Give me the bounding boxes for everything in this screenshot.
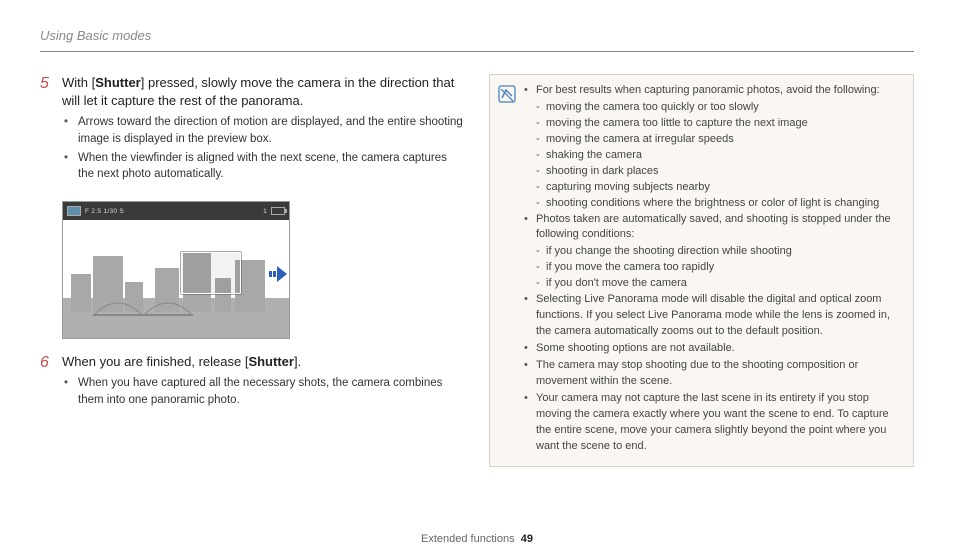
content-columns: 5 With [Shutter] pressed, slowly move th…: [40, 74, 914, 467]
step-sub-item: When the viewfinder is aligned with the …: [62, 150, 465, 183]
note-sub-bullet: moving the camera too quickly or too slo…: [524, 100, 901, 116]
step-text: When you are finished, release [Shutter]…: [62, 353, 465, 371]
step-number: 5: [40, 74, 62, 193]
page-footer: Extended functions 49: [0, 533, 954, 545]
page-number: 49: [521, 533, 533, 545]
note-bullet: The camera may stop shooting due to the …: [524, 358, 901, 390]
section-header: Using Basic modes: [40, 28, 914, 52]
note-sub-bullet: if you move the camera too rapidly: [524, 260, 901, 276]
step-5: 5 With [Shutter] pressed, slowly move th…: [40, 74, 465, 193]
battery-icon: [271, 207, 285, 215]
note-sub-bullet: capturing moving subjects nearby: [524, 180, 901, 196]
step-text: With [Shutter] pressed, slowly move the …: [62, 74, 465, 110]
note-sub-bullet: shaking the camera: [524, 148, 901, 164]
focus-frame: [181, 252, 241, 294]
step-sub-item: Arrows toward the direction of motion ar…: [62, 114, 465, 147]
note-sub-bullet: shooting in dark places: [524, 164, 901, 180]
note-sub-bullet: if you don't move the camera: [524, 276, 901, 292]
mode-icon: [67, 206, 81, 216]
right-column: For best results when capturing panorami…: [489, 74, 914, 467]
note-sub-bullet: if you change the shooting direction whi…: [524, 244, 901, 260]
note-box: For best results when capturing panorami…: [489, 74, 914, 467]
note-bullet: Some shooting options are not available.: [524, 341, 901, 357]
note-bullet: For best results when capturing panorami…: [524, 83, 901, 99]
note-sub-bullet: moving the camera at irregular speeds: [524, 132, 901, 148]
note-sub-bullet: shooting conditions where the brightness…: [524, 196, 901, 212]
note-icon: [498, 85, 516, 103]
footer-section: Extended functions: [421, 533, 515, 545]
preview-status-bar: F 2.5 1/30 S 1: [63, 202, 289, 220]
exposure-info: F 2.5 1/30 S: [85, 208, 124, 215]
note-bullet: Photos taken are automatically saved, an…: [524, 212, 901, 244]
direction-arrow-icon: [269, 266, 287, 282]
step-sub-item: When you have captured all the necessary…: [62, 375, 465, 408]
note-bullet: Your camera may not capture the last sce…: [524, 391, 901, 455]
note-sub-bullet: moving the camera too little to capture …: [524, 116, 901, 132]
step-number: 6: [40, 353, 62, 419]
bridge-illustration: [93, 298, 193, 316]
left-column: 5 With [Shutter] pressed, slowly move th…: [40, 74, 465, 467]
camera-preview-illustration: F 2.5 1/30 S 1: [62, 201, 290, 339]
step-6: 6 When you are finished, release [Shutte…: [40, 353, 465, 419]
note-bullet: Selecting Live Panorama mode will disabl…: [524, 292, 901, 340]
shot-count: 1: [263, 208, 267, 215]
